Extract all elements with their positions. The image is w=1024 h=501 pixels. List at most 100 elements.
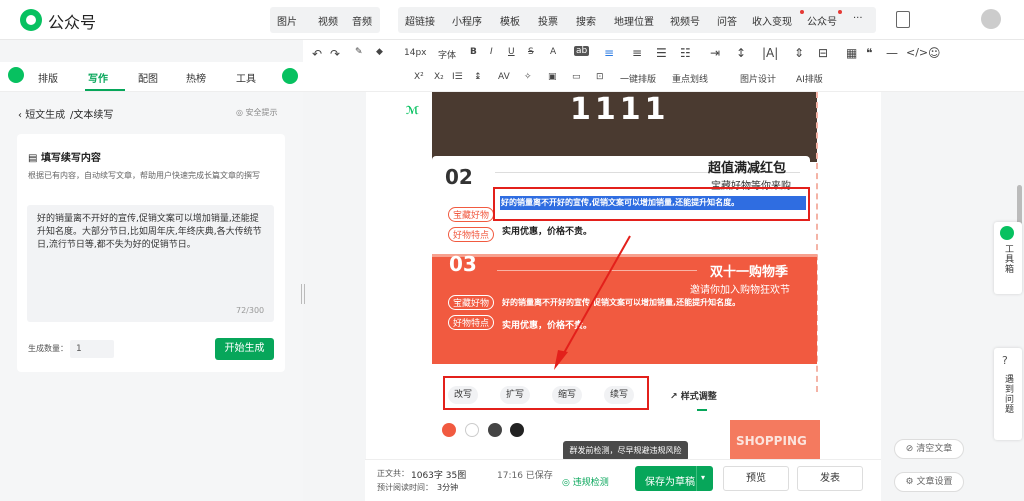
nav-location[interactable]: 地理位置 xyxy=(614,13,654,28)
color-swatch-gray[interactable] xyxy=(488,423,502,437)
table-icon[interactable]: ▦ xyxy=(846,46,857,60)
tab-tools[interactable]: 工具 xyxy=(236,70,256,85)
ai-assist-icon[interactable]: ℳ xyxy=(406,104,419,117)
phone-preview-icon[interactable] xyxy=(896,11,910,28)
safety-tip[interactable]: ◎ 安全提示 xyxy=(236,107,278,118)
help-icon: ? xyxy=(1002,354,1008,367)
quantity-label: 生成数量： xyxy=(28,344,68,353)
nav-more[interactable]: ··· xyxy=(853,13,863,24)
redo-icon[interactable]: ↷ xyxy=(330,47,340,61)
video-icon[interactable]: ▭ xyxy=(572,72,581,82)
nav-monetize[interactable]: 收入变现 xyxy=(752,13,792,28)
bg-color-icon[interactable]: ab xyxy=(574,46,590,56)
violation-check-button[interactable]: ◎ 违规检测 xyxy=(562,475,609,488)
para-spacing-icon[interactable]: ⇕ xyxy=(794,46,804,60)
check-tooltip: 群发前检测，尽早规避违规风险 xyxy=(563,441,688,461)
nav-audio[interactable]: 音频 xyxy=(352,13,372,28)
divider-icon[interactable]: — xyxy=(886,46,898,60)
nav-channels[interactable]: 视频号 xyxy=(670,13,700,28)
nav-video[interactable]: 视频 xyxy=(318,13,338,28)
undo-icon[interactable]: ↶ xyxy=(312,47,322,61)
number-list-icon[interactable]: ☷ xyxy=(680,46,691,60)
margin-icon[interactable]: ⊟ xyxy=(818,46,828,60)
section-03-tag-2: 好物特点 xyxy=(448,315,495,330)
clear-article-button[interactable]: ⊘ 清空文章 xyxy=(894,439,964,459)
list-icon[interactable]: ☰ xyxy=(656,46,667,60)
quote-icon[interactable]: ❝ xyxy=(866,46,872,60)
bold-icon[interactable]: B xyxy=(470,47,477,57)
font-family-select[interactable]: 字体 xyxy=(438,48,456,61)
card-description: 根据已有内容，自动续写文章，帮助用户快速完成长篇文章的撰写 xyxy=(28,171,260,180)
style-adjust-tab[interactable]: ↗ 样式调整 xyxy=(670,389,717,402)
line-height-icon[interactable]: ↕ xyxy=(736,46,746,60)
char-count: 72/300 xyxy=(236,306,265,315)
strike-icon[interactable]: S xyxy=(528,47,534,57)
section-02-tag-2: 好物特点 xyxy=(448,227,495,242)
align-center-icon[interactable]: ≡ xyxy=(632,46,642,60)
underline-icon[interactable]: U xyxy=(508,47,515,57)
code-icon[interactable]: </> xyxy=(906,46,928,59)
article-settings-button[interactable]: ⚙ 文章设置 xyxy=(894,472,964,492)
format-painter-icon[interactable]: ✎ xyxy=(355,47,363,57)
help-label: 遇到问题 xyxy=(1003,374,1013,414)
toggle-switch[interactable] xyxy=(282,68,298,84)
text-direction-icon[interactable]: I☰ xyxy=(452,72,463,82)
avatar[interactable] xyxy=(981,9,1001,29)
clear-format-icon[interactable]: ◆ xyxy=(376,47,383,57)
style-tab-indicator xyxy=(697,409,707,411)
superscript-icon[interactable]: X² xyxy=(414,72,424,82)
brand-icon xyxy=(8,67,24,83)
color-swatch-black[interactable] xyxy=(510,423,524,437)
insert-image-icon[interactable]: ▣ xyxy=(548,72,557,82)
font-size-select[interactable]: 14px xyxy=(404,48,427,58)
text-color-icon[interactable]: A xyxy=(550,47,556,57)
nav-qa[interactable]: 问答 xyxy=(717,13,737,28)
chevron-down-icon: ▾ xyxy=(701,473,706,482)
section-03-tag-1: 宝藏好物 xyxy=(448,295,495,310)
toolbox-label: 工具箱 xyxy=(1003,244,1013,274)
char-spacing-icon[interactable]: AV xyxy=(498,72,510,82)
nav-hyperlink[interactable]: 超链接 xyxy=(405,13,435,28)
key-underline-button[interactable]: 重点划线 xyxy=(672,72,708,85)
italic-icon[interactable]: I xyxy=(490,47,493,57)
save-draft-label: 保存为草稿 xyxy=(645,477,695,488)
color-swatch-white[interactable] xyxy=(465,423,479,437)
one-click-layout-button[interactable]: 一键排版 xyxy=(620,72,656,85)
align-left-icon[interactable]: ≡ xyxy=(604,46,614,60)
emoji-icon[interactable]: ☺ xyxy=(928,46,941,60)
tab-trending[interactable]: 热榜 xyxy=(186,70,206,85)
letter-spacing-icon[interactable]: |A| xyxy=(762,46,778,60)
subscript-icon[interactable]: X₂ xyxy=(434,72,444,82)
tab-layout[interactable]: 排版 xyxy=(38,70,58,85)
source-text: 好的销量离不开好的宣传,促销文案可以增加销量,还能提升知名度。大部分节日,比如周… xyxy=(37,214,262,250)
bag-icon[interactable]: ⊡ xyxy=(596,72,604,82)
back-link[interactable]: ‹ 短文生成 xyxy=(18,106,65,121)
annotation-arrow xyxy=(554,235,631,370)
magic-icon[interactable]: ✧ xyxy=(524,72,532,82)
section-03-title: 双十一购物季 xyxy=(710,265,789,280)
publish-button[interactable]: 发表 xyxy=(797,466,863,491)
ai-layout-button[interactable]: AI排版 xyxy=(796,72,823,85)
panel-resize-handle[interactable] xyxy=(301,284,305,304)
nav-miniprogram[interactable]: 小程序 xyxy=(452,13,482,28)
nav-vote[interactable]: 投票 xyxy=(538,13,558,28)
generate-button[interactable]: 开始生成 xyxy=(215,338,274,360)
nav-official-account[interactable]: 公众号 xyxy=(807,13,837,28)
preview-button[interactable]: 预览 xyxy=(723,466,789,491)
nav-template[interactable]: 模板 xyxy=(500,13,520,28)
image-design-button[interactable]: 图片设计 xyxy=(740,72,776,85)
section-02-number: 02 xyxy=(445,165,473,189)
app-title: 公众号 xyxy=(48,13,97,32)
indent-icon[interactable]: ⇥ xyxy=(710,46,720,60)
color-swatch-red[interactable] xyxy=(442,423,456,437)
monetize-dot xyxy=(800,10,804,14)
nav-search[interactable]: 搜索 xyxy=(576,13,596,28)
annotation-box-actions xyxy=(443,376,649,410)
tab-illustration[interactable]: 配图 xyxy=(138,70,158,85)
wordcount-label: 正文共： xyxy=(377,469,409,478)
nav-image[interactable]: 图片 xyxy=(277,13,297,28)
quantity-input[interactable]: 1 xyxy=(70,340,114,358)
vertical-align-icon[interactable]: ↨ xyxy=(474,72,482,82)
tab-writing[interactable]: 写作 xyxy=(88,70,108,85)
section-02-title: 超值满减红包 xyxy=(708,161,787,176)
